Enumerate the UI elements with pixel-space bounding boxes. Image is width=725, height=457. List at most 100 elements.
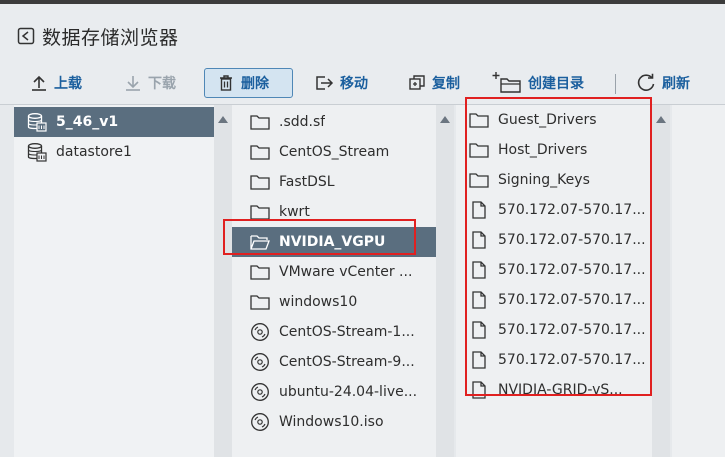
folder-item[interactable]: .sdd.sf [232, 107, 436, 137]
iso-file-item[interactable]: ubuntu-24.04-live... [232, 377, 436, 407]
datastore-item[interactable]: datastore1 [14, 137, 214, 167]
file-name: CentOS-Stream-1... [279, 324, 415, 340]
browser-panes: 5_46_v1 datastore1 .sdd.sf CentOS_Stream… [0, 104, 725, 457]
title-bar: 数据存储浏览器 [0, 4, 725, 60]
disc-image-icon [249, 352, 271, 372]
move-icon [314, 74, 334, 92]
folder-item[interactable]: Signing_Keys [456, 165, 652, 195]
folder-list: .sdd.sf CentOS_Stream FastDSL kwrt NVIDI… [232, 105, 436, 457]
delete-label: 删除 [241, 76, 269, 92]
file-name: 570.172.07-570.17... [498, 262, 646, 278]
copy-label: 复制 [432, 76, 460, 92]
toolbar: 上载 下载 删除 移动 复制 创建目录 刷新 [0, 66, 725, 100]
scroll-up-arrow-icon[interactable] [656, 116, 666, 123]
folder-item[interactable]: Guest_Drivers [456, 105, 652, 135]
iso-file-item[interactable]: CentOS-Stream-1... [232, 317, 436, 347]
file-icon [468, 350, 490, 370]
upload-button[interactable]: 上载 [30, 68, 82, 98]
folder-name: CentOS_Stream [279, 144, 390, 160]
datastore-item[interactable]: 5_46_v1 [14, 107, 214, 137]
move-button[interactable]: 移动 [314, 68, 368, 98]
folder-icon [468, 170, 490, 190]
create-directory-label: 创建目录 [528, 76, 584, 92]
folder-icon [249, 172, 271, 192]
folder-icon [468, 110, 490, 130]
datastore-name: 5_46_v1 [56, 114, 119, 130]
folder-item[interactable]: kwrt [232, 197, 436, 227]
new-folder-icon [492, 72, 522, 94]
folder-icon [249, 262, 271, 282]
folder-name: .sdd.sf [279, 114, 326, 130]
scroll-up-arrow-icon[interactable] [440, 116, 450, 123]
folder-icon [249, 142, 271, 162]
window-title: 数据存储浏览器 [42, 27, 179, 49]
folder-list-scrollbar[interactable] [436, 105, 454, 457]
file-name: 570.172.07-570.17... [498, 292, 646, 308]
upload-label: 上载 [54, 76, 82, 92]
delete-button[interactable]: 删除 [204, 68, 293, 98]
refresh-icon [636, 73, 656, 93]
file-name: 570.172.07-570.17... [498, 322, 646, 338]
file-name: ubuntu-24.04-live... [279, 384, 418, 400]
file-icon [468, 380, 490, 400]
file-name: 570.172.07-570.17... [498, 352, 646, 368]
file-item[interactable]: 570.172.07-570.17... [456, 195, 652, 225]
upload-icon [30, 74, 48, 92]
folder-open-icon [249, 232, 271, 252]
download-button[interactable]: 下载 [124, 68, 176, 98]
folder-name: Guest_Drivers [498, 112, 597, 128]
move-label: 移动 [340, 76, 368, 92]
file-item[interactable]: 570.172.07-570.17... [456, 315, 652, 345]
iso-file-item[interactable]: CentOS-Stream-9... [232, 347, 436, 377]
file-icon [468, 290, 490, 310]
file-icon [468, 230, 490, 250]
datastore-list-scrollbar[interactable] [214, 105, 232, 457]
folder-name: Signing_Keys [498, 172, 590, 188]
folder-icon [468, 140, 490, 160]
folder-icon [249, 202, 271, 222]
file-item[interactable]: 570.172.07-570.17... [456, 225, 652, 255]
file-name: 570.172.07-570.17... [498, 232, 646, 248]
folder-item[interactable]: VMware vCenter ... [232, 257, 436, 287]
disc-image-icon [249, 382, 271, 402]
datastore-list: 5_46_v1 datastore1 [14, 105, 214, 457]
copy-button[interactable]: 复制 [408, 68, 460, 98]
file-item[interactable]: 570.172.07-570.17... [456, 255, 652, 285]
folder-item-selected[interactable]: NVIDIA_VGPU [232, 227, 436, 257]
folder-name: VMware vCenter ... [279, 264, 413, 280]
download-icon [124, 74, 142, 92]
file-name: 570.172.07-570.17... [498, 202, 646, 218]
folder-name: FastDSL [279, 174, 335, 190]
toolbar-divider [615, 74, 616, 94]
folder-name: Host_Drivers [498, 142, 588, 158]
file-name: NVIDIA-GRID-vS... [498, 382, 623, 398]
iso-file-item[interactable]: Windows10.iso [232, 407, 436, 437]
file-item[interactable]: NVIDIA-GRID-vS... [456, 375, 652, 405]
file-icon [468, 260, 490, 280]
file-item[interactable]: 570.172.07-570.17... [456, 345, 652, 375]
folder-item[interactable]: Host_Drivers [456, 135, 652, 165]
folder-item[interactable]: CentOS_Stream [232, 137, 436, 167]
refresh-button[interactable]: 刷新 [636, 68, 690, 98]
datastore-name: datastore1 [56, 144, 132, 160]
trash-icon [217, 74, 235, 92]
folder-name: windows10 [279, 294, 358, 310]
file-name: CentOS-Stream-9... [279, 354, 415, 370]
folder-icon [249, 112, 271, 132]
disc-image-icon [249, 322, 271, 342]
disc-image-icon [249, 412, 271, 432]
folder-icon [249, 292, 271, 312]
contents-list-scrollbar[interactable] [652, 105, 670, 457]
datastore-icon [26, 112, 48, 132]
folder-item[interactable]: FastDSL [232, 167, 436, 197]
datastore-icon [26, 142, 48, 162]
file-item[interactable]: 570.172.07-570.17... [456, 285, 652, 315]
file-icon [468, 200, 490, 220]
folder-name: NVIDIA_VGPU [279, 234, 386, 250]
empty-column [672, 105, 725, 457]
datastore-browser-icon [17, 27, 35, 45]
folder-item[interactable]: windows10 [232, 287, 436, 317]
copy-icon [408, 74, 426, 92]
create-directory-button[interactable]: 创建目录 [492, 68, 584, 98]
scroll-up-arrow-icon[interactable] [218, 116, 228, 123]
